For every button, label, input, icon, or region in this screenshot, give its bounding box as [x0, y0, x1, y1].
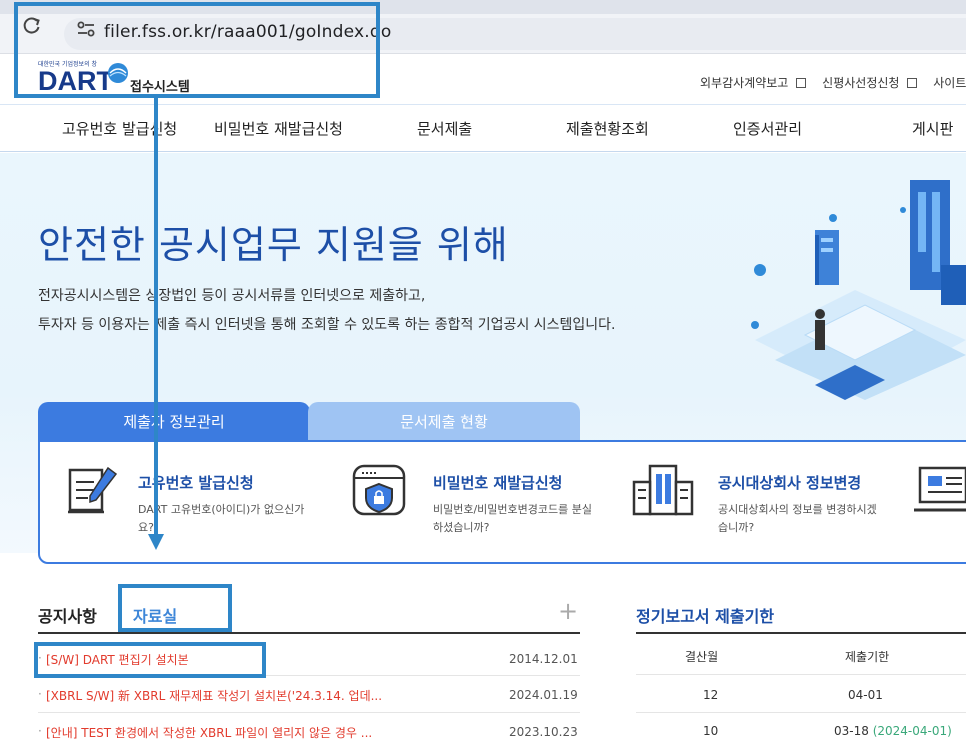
deadline-date: 03-18 (2024-04-01) [834, 724, 952, 738]
util-link-sitemap[interactable]: 사이트 [933, 76, 966, 90]
service-desc-id-issue: DART 고유번호(아이디)가 없으신가요? [138, 503, 305, 534]
nav-item-status[interactable]: 제출현황조회 [566, 118, 649, 139]
util-link-audit[interactable]: 외부감사계약보고 [700, 76, 812, 90]
browser-lock-icon [352, 464, 406, 516]
service-title-company-info[interactable]: 공시대상회사 정보변경 [718, 472, 861, 493]
deadline-col-month: 결산월 [685, 650, 719, 664]
deadline-month: 10 [703, 724, 719, 738]
nav-item-board[interactable]: 게시판 [912, 118, 953, 139]
tab-submitter-info[interactable]: 제출자 정보관리 [38, 402, 310, 442]
deadline-title: 정기보고서 제출기한 [636, 607, 775, 626]
utility-links: 외부감사계약보고 신평사선정신청 사이트 [700, 74, 966, 91]
annotation-box-editor [34, 642, 266, 678]
board-row-title[interactable]: [XBRL S/W] 新 XBRL 재무제표 작성기 설치본('24.3.14.… [46, 687, 382, 704]
board-row-date: 2023.10.23 [509, 725, 578, 739]
hero-desc-line1: 전자공시시스템은 상장법인 등이 공시서류를 인터넷으로 제출하고, [38, 288, 426, 304]
board-divider [38, 632, 580, 634]
annotation-arrow [148, 98, 164, 550]
hero-illustration [751, 180, 966, 400]
bullet-icon: · [38, 687, 42, 701]
board-row-date: 2014.12.01 [509, 652, 578, 666]
external-link-icon [907, 78, 918, 88]
row-divider [636, 674, 966, 675]
board-row-title[interactable]: [안내] TEST 환경에서 작성한 XBRL 파일이 열리지 않은 경우 ..… [46, 724, 372, 741]
nav-item-cert[interactable]: 인증서관리 [733, 118, 802, 139]
deadline-divider [636, 632, 966, 634]
annotation-box-library [118, 584, 232, 632]
board-row-date: 2024.01.19 [509, 688, 578, 702]
bullet-icon: · [38, 724, 42, 738]
deadline-month: 12 [703, 688, 719, 702]
more-plus-icon[interactable]: + [558, 597, 578, 625]
hero-title: 안전한 공시업무 지원을 위해 [38, 223, 509, 267]
service-desc-company-info: 공시대상회사의 정보를 변경하시겠습니까? [718, 503, 877, 534]
row-divider [636, 712, 966, 713]
nav-item-submit[interactable]: 문서제출 [417, 118, 472, 139]
tab-submission-status[interactable]: 문서제출 현황 [308, 402, 580, 442]
external-link-icon [796, 78, 807, 88]
row-divider [38, 712, 580, 713]
deadline-extended: (2024-04-01) [872, 724, 952, 738]
service-desc-password: 비밀번호/비밀번호변경코드를 분실하셨습니까? [433, 503, 593, 534]
building-icon [632, 464, 694, 516]
deadline-date: 04-01 [848, 688, 883, 702]
monitor-icon [914, 466, 966, 512]
nav-item-password[interactable]: 비밀번호 재발급신청 [214, 118, 343, 139]
util-link-rating[interactable]: 신평사선정신청 [822, 76, 923, 90]
service-title-password[interactable]: 비밀번호 재발급신청 [433, 472, 562, 493]
board-tab-notice[interactable]: 공지사항 [38, 603, 97, 627]
document-pen-icon [68, 466, 118, 514]
annotation-box-url [14, 2, 380, 98]
hero-desc-line2: 투자자 등 이용자는 제출 즉시 인터넷을 통해 조회할 수 있도록 하는 종합… [38, 317, 616, 333]
deadline-col-date: 제출기한 [845, 650, 890, 664]
